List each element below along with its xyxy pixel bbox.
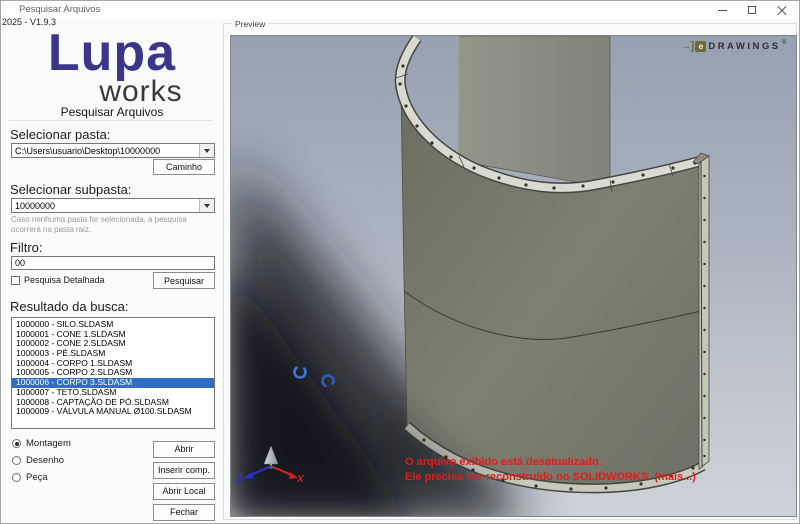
subfolder-hint: Caso nenhuma pasta for selecionada, a pe…	[11, 215, 187, 234]
logo-works: works	[99, 75, 183, 108]
preview-3d-model[interactable]: Z X	[231, 36, 797, 517]
maximize-icon	[748, 6, 756, 14]
radio-montagem[interactable]: Montagem	[12, 437, 71, 449]
subfolder-combobox-dropdown[interactable]	[199, 199, 214, 212]
results-list[interactable]: 1000000 - SILO.SLDASM 1000001 - CONE 1.SL…	[11, 317, 215, 429]
radio-peca-circle[interactable]	[12, 472, 21, 482]
edrawings-logo: →] e DRAWINGS ®	[681, 40, 786, 52]
folder-combobox[interactable]: C:\Users\usuario\Desktop\10000000	[11, 143, 215, 158]
filter-input[interactable]	[11, 256, 215, 270]
logo-divider	[9, 120, 213, 121]
detailed-search-label: Pesquisa Detalhada	[24, 275, 105, 285]
close-dialog-button[interactable]: Fechar	[153, 504, 215, 521]
chevron-down-icon	[204, 203, 210, 208]
preview-groupbox: Preview Z X →] e DRAWINGS ® O arquivo ex…	[223, 19, 797, 520]
open-location-button[interactable]: Abrir Local	[153, 483, 215, 500]
subfolder-combobox-value: 10000000	[15, 200, 56, 211]
detailed-search-checkbox[interactable]	[11, 275, 20, 285]
logo-subtitle: Pesquisar Arquivos	[60, 105, 164, 119]
search-button[interactable]: Pesquisar	[153, 272, 215, 289]
folder-label: Selecionar pasta:	[10, 127, 111, 142]
file-type-radiogroup: Montagem Desenho Peça	[12, 437, 71, 483]
logo-lupa: Lupa	[47, 24, 177, 82]
insert-component-button[interactable]: Inserir comp.	[153, 462, 215, 479]
titlebar: Pesquisar Arquivos	[1, 1, 799, 19]
list-item[interactable]: 1000009 - VÁLVULA MANUAL Ø100.SLDASM	[12, 406, 214, 417]
results-label: Resultado da busca:	[10, 299, 129, 314]
outdated-warning-line2[interactable]: Ele precisa ser reconstruído no SOLIDWOR…	[405, 470, 696, 485]
edrawings-name: DRAWINGS	[708, 40, 781, 52]
radio-peca-label: Peça	[26, 471, 48, 483]
radio-desenho-label: Desenho	[26, 454, 65, 466]
subfolder-label: Selecionar subpasta:	[10, 182, 132, 197]
outdated-warning: O arquivo exibido está desatualizado. El…	[405, 455, 696, 485]
registered-mark: ®	[781, 40, 786, 46]
radio-desenho[interactable]: Desenho	[12, 454, 71, 466]
folder-combobox-value: C:\Users\usuario\Desktop\10000000	[15, 145, 161, 156]
close-button[interactable]	[767, 1, 797, 19]
folder-combobox-dropdown[interactable]	[199, 144, 214, 157]
window-title: Pesquisar Arquivos	[19, 4, 101, 15]
detailed-search-checkbox-row[interactable]: Pesquisa Detalhada	[11, 275, 105, 285]
chevron-down-icon	[204, 148, 210, 153]
radio-desenho-circle[interactable]	[12, 455, 21, 465]
subfolder-combobox[interactable]: 10000000	[11, 198, 215, 213]
edrawings-e-icon: e	[695, 40, 707, 52]
maximize-button[interactable]	[737, 1, 767, 19]
edrawings-arrow-icon: →]	[680, 40, 695, 52]
app-window: Pesquisar Arquivos 2025 - V1.9.3 Lupa wo…	[0, 0, 800, 524]
preview-3d-viewport[interactable]: Z X →] e DRAWINGS ® O arquivo exibido es…	[230, 35, 797, 517]
outdated-warning-line1: O arquivo exibido está desatualizado.	[405, 456, 602, 468]
window-controls	[707, 1, 797, 19]
preview-label: Preview	[232, 19, 269, 29]
radio-montagem-circle[interactable]	[12, 438, 21, 448]
triad-z-label: Z	[235, 474, 243, 485]
path-button[interactable]: Caminho	[153, 159, 215, 175]
triad-x-label: X	[296, 474, 305, 485]
minimize-button[interactable]	[707, 1, 737, 19]
radio-montagem-label: Montagem	[26, 437, 71, 449]
close-icon	[777, 5, 787, 15]
open-button[interactable]: Abrir	[153, 441, 215, 458]
radio-peca[interactable]: Peça	[12, 471, 71, 483]
minimize-icon	[717, 9, 727, 11]
filter-label: Filtro:	[10, 240, 43, 255]
